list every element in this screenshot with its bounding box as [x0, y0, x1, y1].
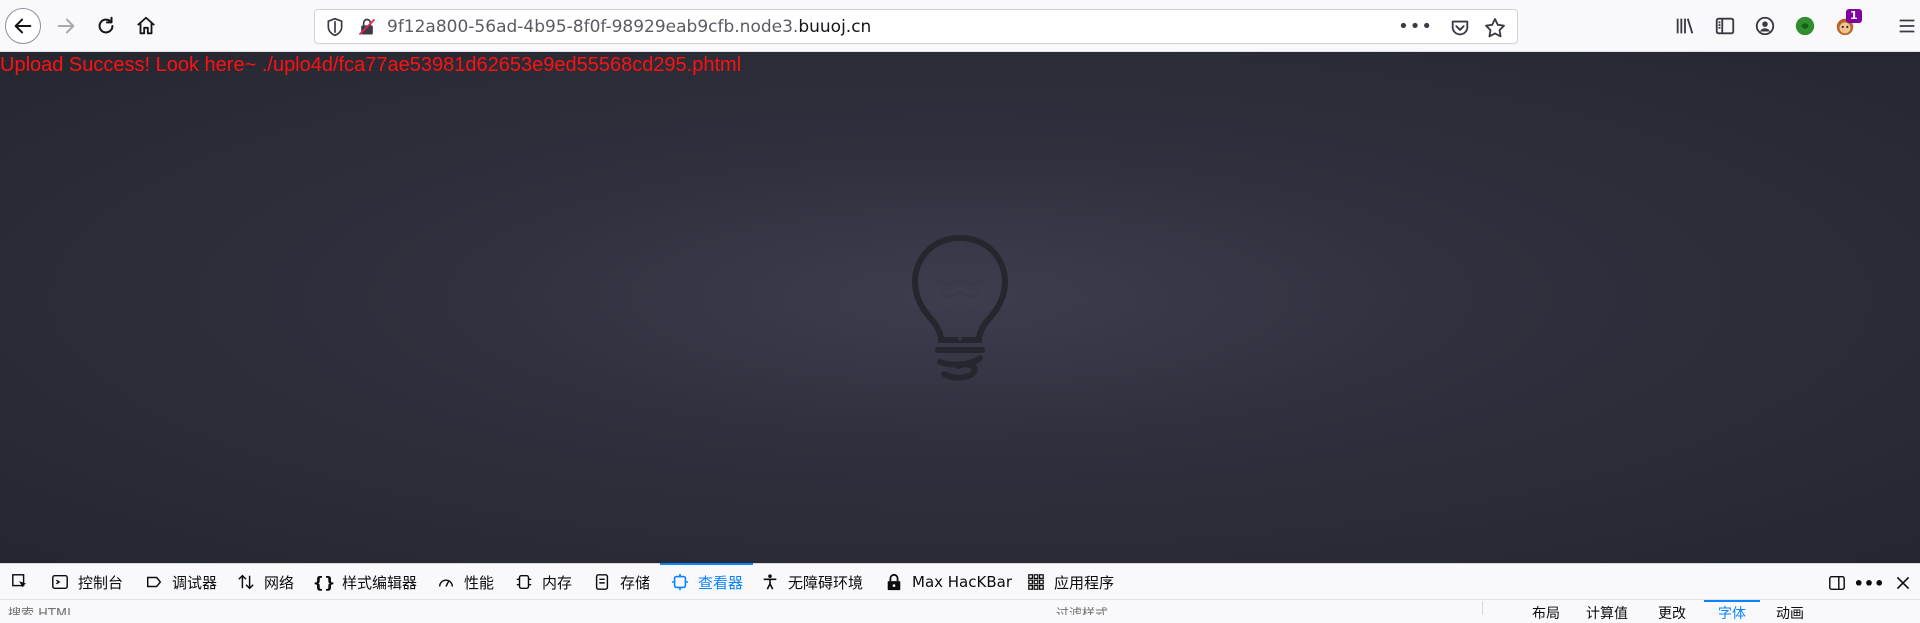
- tab-label: 内存: [542, 573, 573, 592]
- tracking-shield-icon[interactable]: [325, 17, 345, 37]
- url-domain: buuoj.cn: [798, 17, 872, 37]
- tab-debugger[interactable]: 调试器: [144, 564, 217, 600]
- devtools-close-button[interactable]: [1892, 572, 1914, 594]
- close-icon: [1896, 576, 1910, 590]
- home-icon: [137, 16, 155, 35]
- hackbar-icon: [884, 572, 904, 592]
- devtools-tabbar: 控制台 调试器 网络 {} 样式编辑器 性能 内存 存储 查看器 无障碍环境 M…: [0, 563, 1920, 600]
- more-options-icon: •••: [1853, 573, 1885, 593]
- arrow-right-icon: [57, 18, 75, 34]
- tab-label: 样式编辑器: [342, 573, 418, 592]
- console-icon: [50, 572, 70, 592]
- storage-icon: [592, 572, 612, 592]
- tab-label: 无障碍环境: [788, 573, 864, 592]
- tab-label: 存储: [620, 573, 651, 592]
- tab-label: 应用程序: [1054, 573, 1115, 592]
- back-button[interactable]: [5, 8, 41, 44]
- application-icon: [1026, 572, 1046, 592]
- library-icon[interactable]: [1672, 13, 1698, 39]
- panel-divider: [1482, 601, 1483, 615]
- browser-toolbar: 9f12a800-56ad-4b95-8f0f-98929eab9cfb.nod…: [0, 0, 1920, 52]
- element-picker-icon: [10, 572, 30, 592]
- tab-animations[interactable]: 动画: [1776, 603, 1804, 623]
- upload-success-message: Upload Success! Look here~ ./uplo4d/fca7…: [0, 54, 742, 76]
- devtools-panel: 控制台 调试器 网络 {} 样式编辑器 性能 内存 存储 查看器 无障碍环境 M…: [0, 563, 1920, 622]
- arrow-left-icon: [14, 18, 32, 34]
- forward-button[interactable]: [48, 8, 84, 44]
- tab-changes[interactable]: 更改: [1658, 603, 1686, 623]
- tab-label: 性能: [464, 573, 495, 592]
- tab-label: 调试器: [172, 573, 218, 592]
- extension-green-icon[interactable]: [1792, 13, 1818, 39]
- tab-layout[interactable]: 布局: [1532, 603, 1560, 623]
- reload-button[interactable]: [88, 8, 124, 44]
- style-filter-input[interactable]: 过滤样式: [1056, 603, 1108, 615]
- accessibility-icon: [760, 572, 780, 592]
- tab-network[interactable]: 网络: [236, 564, 294, 600]
- url-prefix: 9f12a800-56ad-4b95-8f0f-98929eab9cfb.nod…: [387, 17, 799, 37]
- insecure-lock-icon[interactable]: [357, 17, 377, 37]
- devtools-subbar: 搜索 HTML 过滤样式: [0, 601, 1920, 615]
- account-icon[interactable]: [1752, 13, 1778, 39]
- debugger-icon: [144, 572, 164, 592]
- bookmark-star-icon[interactable]: [1483, 16, 1507, 40]
- tab-console[interactable]: 控制台: [50, 564, 123, 600]
- tab-storage[interactable]: 存储: [592, 564, 650, 600]
- extension-monkey-icon[interactable]: 1: [1832, 9, 1862, 39]
- tab-application[interactable]: 应用程序: [1026, 564, 1114, 600]
- sidebar-icon[interactable]: [1712, 13, 1738, 39]
- tab-memory[interactable]: 内存: [514, 564, 572, 600]
- url-text[interactable]: 9f12a800-56ad-4b95-8f0f-98929eab9cfb.nod…: [387, 17, 871, 37]
- tab-computed[interactable]: 计算值: [1586, 603, 1628, 623]
- tab-inspector[interactable]: 查看器: [659, 563, 754, 600]
- tab-label: 网络: [264, 573, 295, 592]
- page-viewport: Upload Success! Look here~ ./uplo4d/fca7…: [0, 52, 1920, 563]
- dock-toggle-button[interactable]: [1826, 572, 1848, 594]
- tab-performance[interactable]: 性能: [436, 564, 494, 600]
- html-search-input[interactable]: 搜索 HTML: [8, 603, 74, 615]
- element-picker-button[interactable]: [10, 564, 30, 600]
- performance-icon: [436, 572, 456, 592]
- tab-label: 查看器: [698, 573, 744, 592]
- tab-label: 控制台: [78, 573, 124, 592]
- tab-fonts[interactable]: 字体: [1704, 600, 1760, 623]
- lightbulb-icon: [911, 234, 1009, 381]
- tab-label: Max HacKBar: [912, 573, 1012, 591]
- menu-icon[interactable]: [1894, 13, 1920, 39]
- extension-badge: 1: [1846, 9, 1862, 23]
- dock-side-icon: [1829, 575, 1845, 591]
- style-editor-icon: {}: [312, 572, 336, 592]
- tab-style-editor[interactable]: {} 样式编辑器: [312, 564, 418, 600]
- reload-icon: [98, 16, 114, 34]
- address-bar[interactable]: 9f12a800-56ad-4b95-8f0f-98929eab9cfb.nod…: [314, 9, 1518, 44]
- network-icon: [236, 572, 256, 592]
- tab-max-hackbar[interactable]: Max HacKBar: [884, 564, 1012, 600]
- devtools-options-button[interactable]: •••: [1854, 572, 1885, 594]
- tab-accessibility[interactable]: 无障碍环境: [760, 564, 863, 600]
- home-button[interactable]: [128, 8, 164, 44]
- memory-icon: [514, 572, 534, 592]
- page-actions-button[interactable]: •••: [1398, 16, 1433, 37]
- pocket-icon[interactable]: [1449, 17, 1471, 39]
- inspector-icon: [670, 572, 690, 592]
